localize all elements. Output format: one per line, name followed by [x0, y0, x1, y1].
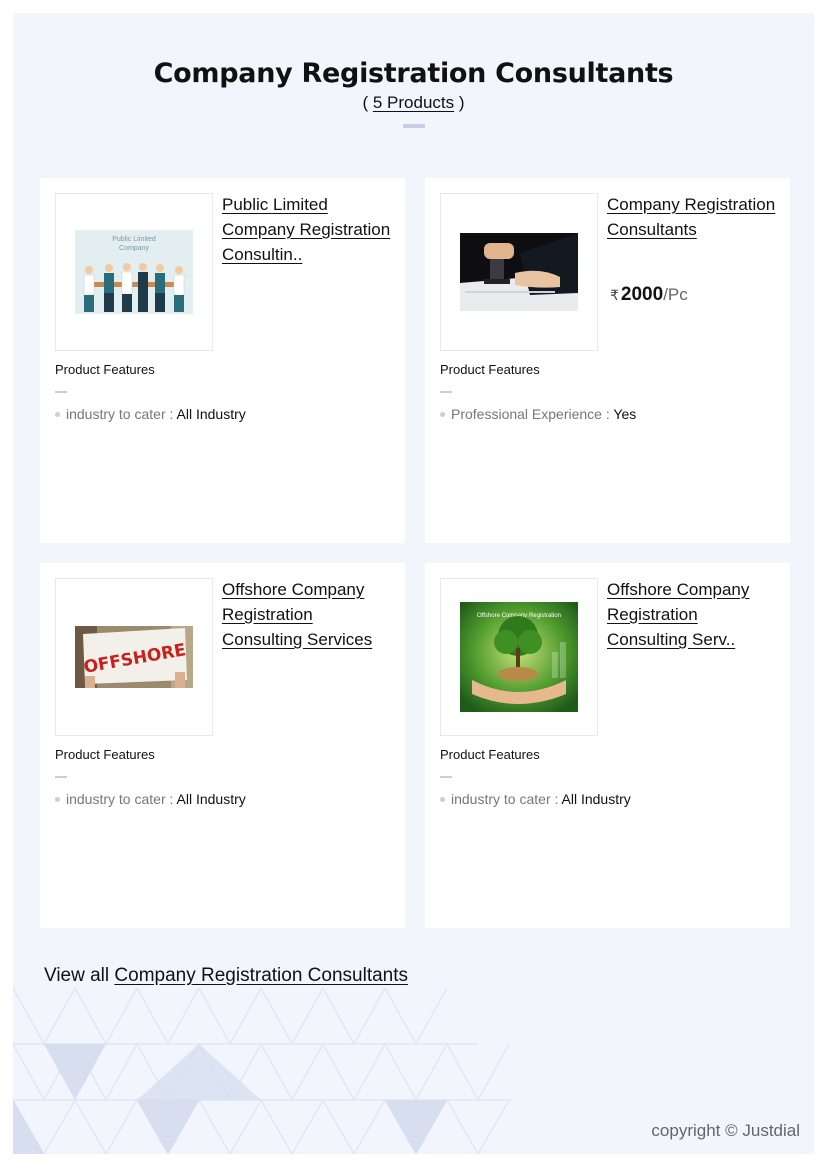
feature-value: All Industry	[561, 791, 631, 807]
feature-row: industry to cater : All Industry	[55, 406, 246, 422]
product-card: Public Limited Company Public Limited Co…	[40, 178, 405, 543]
feature-row: industry to cater : All Industry	[440, 791, 631, 807]
bullet-dot-icon	[440, 796, 445, 802]
feature-key: Professional Experience :	[451, 406, 610, 422]
triangle-pattern-background	[13, 988, 513, 1154]
product-price: ₹2000/Pc	[610, 284, 688, 306]
product-image[interactable]: Public Limited Company	[55, 193, 213, 351]
feature-value: All Industry	[176, 791, 246, 807]
bullet-dot-icon	[55, 411, 60, 417]
features-divider	[55, 776, 67, 778]
product-name-link[interactable]: Company Registration Consultants	[607, 192, 777, 242]
catalog-header: Company Registration Consultants ( 5 Pro…	[13, 57, 814, 128]
feature-key: industry to cater :	[451, 791, 559, 807]
price-unit: /Pc	[663, 285, 688, 304]
feature-row: Professional Experience : Yes	[440, 406, 636, 422]
product-count-link[interactable]: 5 Products	[373, 93, 454, 112]
product-count: ( 5 Products )	[13, 92, 814, 114]
product-card: Company Registration Consultants ₹2000/P…	[425, 178, 790, 543]
features-divider	[55, 391, 67, 393]
feature-value: All Industry	[176, 406, 246, 422]
product-image[interactable]: OFFSHORE	[55, 578, 213, 736]
product-features-title: Product Features	[55, 362, 155, 377]
product-features-title: Product Features	[55, 747, 155, 762]
feature-key: industry to cater :	[66, 791, 174, 807]
view-all-prefix: View all	[44, 965, 110, 986]
product-image[interactable]	[440, 193, 598, 351]
product-name-link[interactable]: Offshore Company Registration Consulting…	[607, 577, 777, 652]
product-image[interactable]: Offshore Company Registration	[440, 578, 598, 736]
image-caption-line-2: Company	[119, 245, 149, 252]
product-name-link[interactable]: Offshore Company Registration Consulting…	[222, 577, 392, 652]
product-features-title: Product Features	[440, 362, 540, 377]
rupee-icon: ₹	[610, 287, 619, 303]
features-divider	[440, 391, 452, 393]
page-title: Company Registration Consultants	[153, 58, 674, 89]
bullet-dot-icon	[55, 796, 60, 802]
view-all-section: View all Company Registration Consultant…	[44, 965, 408, 987]
stamp-photo-image	[460, 233, 578, 311]
title-divider	[402, 124, 425, 128]
count-prefix: (	[362, 93, 369, 112]
feature-row: industry to cater : All Industry	[55, 791, 246, 807]
features-divider	[440, 776, 452, 778]
offshore-sign-image: OFFSHORE	[75, 626, 193, 688]
count-suffix: )	[458, 93, 465, 112]
price-amount: 2000	[620, 284, 664, 305]
view-all-link[interactable]: Company Registration Consultants	[114, 965, 408, 986]
money-tree-image: Offshore Company Registration	[460, 602, 578, 712]
feature-key: industry to cater :	[66, 406, 174, 422]
feature-value: Yes	[613, 406, 637, 422]
copyright-text: copyright © Justdial	[651, 1121, 800, 1140]
meeting-illustration-image: Public Limited Company	[75, 230, 193, 314]
product-card: OFFSHORE Offshore Company Registration C…	[40, 563, 405, 928]
product-features-title: Product Features	[440, 747, 540, 762]
bullet-dot-icon	[440, 411, 445, 417]
product-name-link[interactable]: Public Limited Company Registration Cons…	[222, 192, 392, 267]
image-caption-line-1: Public Limited	[112, 236, 156, 243]
catalog-page: Company Registration Consultants ( 5 Pro…	[13, 13, 814, 1154]
product-card: Offshore Company Registration Offshore C…	[425, 563, 790, 928]
